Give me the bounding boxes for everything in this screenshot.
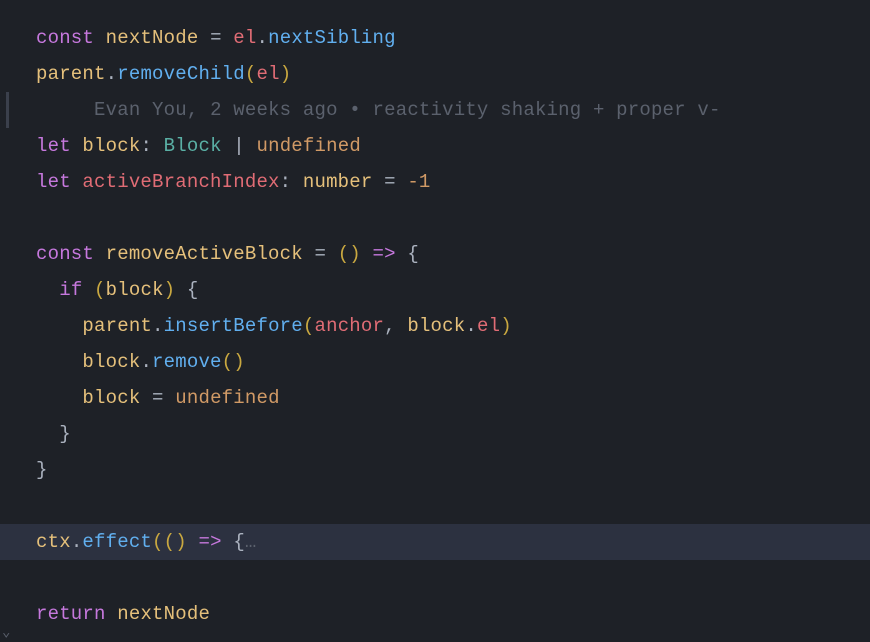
brace: { [233,531,245,553]
keyword: const [36,243,94,265]
punctuation: . [140,351,152,373]
type: number [303,171,373,193]
identifier: activeBranchIndex [82,171,279,193]
paren: ( [222,351,234,373]
undefined: undefined [175,387,279,409]
paren: ( [164,531,176,553]
keyword: return [36,603,106,625]
keyword: let [36,171,71,193]
identifier: nextNode [117,603,210,625]
identifier: block [82,135,140,157]
paren: ( [338,243,350,265]
operator: = [314,243,326,265]
punctuation: . [71,531,83,553]
code-line[interactable]: parent.removeChild(el) [0,56,870,92]
undefined: undefined [257,135,361,157]
identifier: ctx [36,531,71,553]
method: effect [82,531,152,553]
code-line[interactable]: let block: Block | undefined [0,128,870,164]
code-line[interactable]: block = undefined [0,380,870,416]
identifier: el [233,27,256,49]
punctuation: . [257,27,269,49]
paren: ( [94,279,106,301]
identifier: block [82,387,140,409]
brace: { [407,243,419,265]
code-editor[interactable]: const nextNode = el.nextSibling parent.r… [0,0,870,642]
fold-indicator-icon[interactable]: ⌄ [2,626,11,640]
paren: ) [500,315,512,337]
brace: { [187,279,199,301]
code-line[interactable]: let activeBranchIndex: number = -1 [0,164,870,200]
property: nextSibling [268,27,396,49]
identifier: parent [36,63,106,85]
identifier: anchor [315,315,385,337]
number: -1 [407,171,430,193]
punctuation: . [106,63,118,85]
blank-line[interactable] [0,488,870,524]
punctuation: : [140,135,152,157]
brace: } [36,459,48,481]
git-blame-annotation[interactable]: Evan You, 2 weeks ago • reactivity shaki… [0,92,870,128]
punctuation: , [384,315,396,337]
identifier: block [82,351,140,373]
method: removeChild [117,63,245,85]
punctuation: : [280,171,292,193]
punctuation: . [465,315,477,337]
fold-ellipsis-icon[interactable]: … [245,531,257,553]
type: Block [164,135,222,157]
code-line[interactable]: const nextNode = el.nextSibling [0,20,870,56]
identifier: block [106,279,164,301]
arrow: => [373,243,396,265]
code-line-highlighted[interactable]: ctx.effect(() => {… [0,524,870,560]
code-line[interactable]: block.remove() [0,344,870,380]
code-line[interactable]: } [0,452,870,488]
paren: ) [175,531,187,553]
keyword: let [36,135,71,157]
paren: ( [245,63,257,85]
paren: ( [303,315,315,337]
punctuation: . [152,315,164,337]
arrow: => [198,531,221,553]
code-line[interactable]: parent.insertBefore(anchor, block.el) [0,308,870,344]
paren: ( [152,531,164,553]
code-line[interactable]: return nextNode [0,596,870,632]
paren: ) [280,63,292,85]
operator: | [233,135,245,157]
keyword: const [36,27,94,49]
operator: = [384,171,396,193]
method: insertBefore [164,315,303,337]
paren: ) [233,351,245,373]
identifier: el [256,63,279,85]
code-line[interactable]: const removeActiveBlock = () => { [0,236,870,272]
blank-line[interactable] [0,200,870,236]
code-line[interactable]: } [0,416,870,452]
method: remove [152,351,222,373]
brace: } [59,423,71,445]
code-line[interactable]: if (block) { [0,272,870,308]
blame-time: 2 weeks ago [210,99,338,121]
identifier: block [407,315,465,337]
identifier: removeActiveBlock [106,243,303,265]
operator: = [210,27,222,49]
blame-author: Evan You [94,99,187,121]
paren: ) [164,279,176,301]
identifier: nextNode [106,27,199,49]
paren: ) [349,243,361,265]
blame-separator: • [349,99,361,121]
blank-line[interactable] [0,560,870,596]
property: el [477,315,500,337]
operator: = [152,387,164,409]
identifier: parent [82,315,152,337]
keyword: if [59,279,82,301]
blame-message: reactivity shaking + proper v- [373,99,721,121]
